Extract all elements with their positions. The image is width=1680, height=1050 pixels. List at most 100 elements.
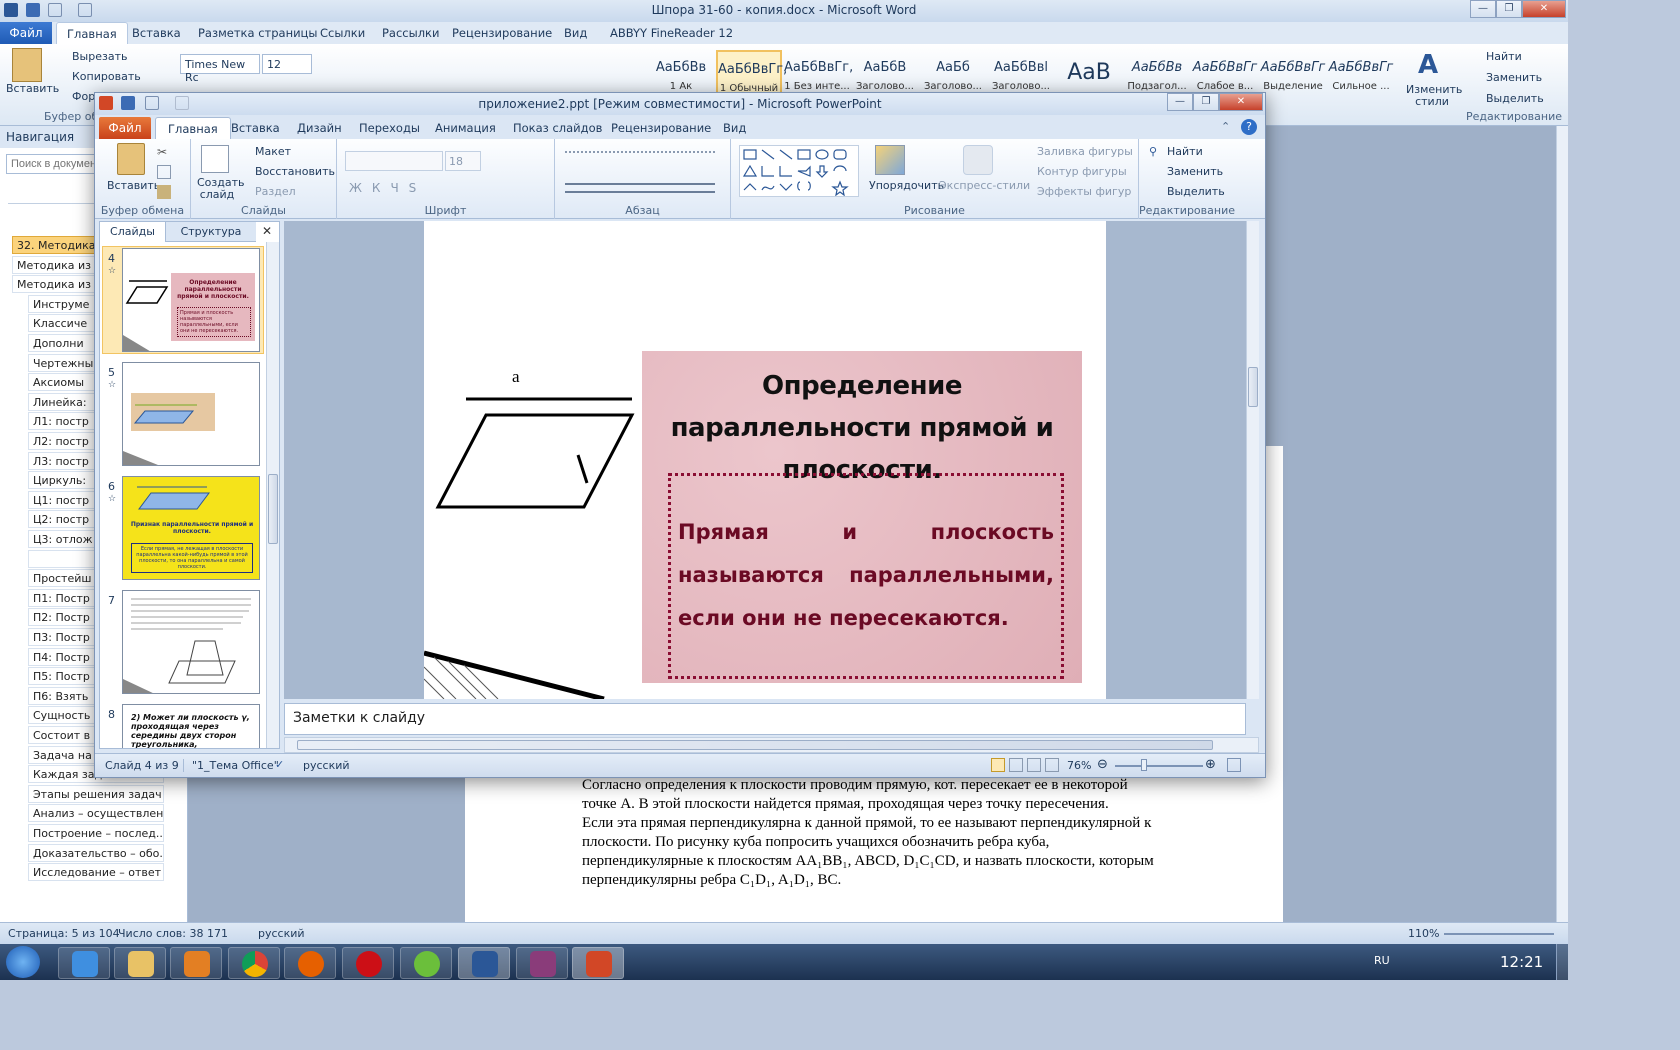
arrange-button[interactable]: Упорядочить bbox=[869, 179, 944, 192]
normal-view-icon[interactable] bbox=[991, 758, 1005, 772]
close-button[interactable]: ✕ bbox=[1522, 0, 1566, 18]
ppt-paste-button[interactable]: Вставить bbox=[107, 179, 160, 192]
ppt-tab-slideshow[interactable]: Показ слайдов bbox=[513, 121, 602, 135]
style-11[interactable]: АаБбВвГг Сильное ... bbox=[1328, 50, 1394, 100]
slide-sorter-icon[interactable] bbox=[1009, 758, 1023, 772]
slide-body[interactable]: Прямая и плоскость называются параллельн… bbox=[678, 511, 1054, 640]
font-size-box[interactable]: 12 bbox=[262, 54, 312, 74]
ppt-tab-file[interactable]: Файл bbox=[99, 117, 151, 139]
ppt-font-name-box[interactable] bbox=[345, 151, 443, 171]
paste-icon[interactable] bbox=[12, 48, 42, 82]
copy-button[interactable]: Копировать bbox=[72, 70, 141, 83]
tab-slides[interactable]: Слайды bbox=[100, 222, 166, 242]
zoom-out-icon[interactable]: ⊖ bbox=[1097, 757, 1108, 772]
shape-fill-button[interactable]: Заливка фигуры bbox=[1037, 145, 1133, 158]
thumb-slide-4[interactable]: Определение параллельности прямой и плос… bbox=[122, 248, 260, 352]
taskbar-chrome[interactable] bbox=[228, 947, 280, 979]
nav-heading-item[interactable]: Анализ – осуществлен... bbox=[28, 804, 164, 823]
style-10[interactable]: АаБбВвГг Выделение bbox=[1260, 50, 1326, 100]
ppt-select-button[interactable]: Выделить bbox=[1167, 185, 1225, 198]
shapes-gallery[interactable] bbox=[739, 145, 859, 197]
thumb-slide-8[interactable]: 2) Может ли плоскость γ, проходящая чере… bbox=[122, 704, 260, 748]
spellcheck-icon[interactable]: ✓ bbox=[275, 758, 289, 772]
slide-scroll-thumb[interactable] bbox=[1248, 367, 1258, 407]
ppt-language[interactable]: русский bbox=[303, 759, 350, 772]
ppt-replace-button[interactable]: Заменить bbox=[1167, 165, 1223, 178]
collapse-ribbon-icon[interactable]: ⌃ bbox=[1221, 120, 1235, 134]
ppt-font-size-box[interactable]: 18 bbox=[445, 151, 481, 171]
word-vertical-scrollbar[interactable] bbox=[1556, 126, 1568, 922]
copy-icon[interactable] bbox=[157, 165, 171, 179]
show-desktop-button[interactable] bbox=[1556, 944, 1568, 980]
ppt-tab-review[interactable]: Рецензирование bbox=[611, 121, 711, 135]
tab-home[interactable]: Главная bbox=[56, 22, 128, 45]
tab-insert[interactable]: Вставка bbox=[132, 26, 181, 40]
tab-abbyy[interactable]: ABBYY FineReader 12 bbox=[610, 26, 733, 40]
align-buttons[interactable] bbox=[565, 183, 715, 193]
tab-outline[interactable]: Структура bbox=[166, 222, 256, 242]
ppt-paste-icon[interactable] bbox=[117, 143, 145, 175]
start-button[interactable] bbox=[6, 946, 40, 978]
layout-button[interactable]: Макет bbox=[255, 145, 291, 158]
ppt-tab-design[interactable]: Дизайн bbox=[297, 121, 342, 135]
slides-pane-scroll-thumb[interactable] bbox=[268, 474, 278, 544]
fit-to-window-icon[interactable] bbox=[1227, 758, 1241, 772]
ppt-tab-insert[interactable]: Вставка bbox=[231, 121, 280, 135]
ppt-tab-home[interactable]: Главная bbox=[155, 117, 231, 140]
reading-view-icon[interactable] bbox=[1027, 758, 1041, 772]
shape-effects-button[interactable]: Эффекты фигур bbox=[1037, 185, 1131, 198]
ppt-hscroll-thumb[interactable] bbox=[297, 740, 1213, 750]
tab-view[interactable]: Вид bbox=[564, 26, 587, 40]
new-slide-icon[interactable] bbox=[201, 145, 229, 173]
language-indicator[interactable]: русский bbox=[258, 927, 305, 940]
change-styles-button[interactable]: Изменить стили bbox=[1406, 84, 1462, 108]
tab-file[interactable]: Файл bbox=[0, 22, 52, 44]
input-language[interactable]: RU bbox=[1374, 954, 1390, 967]
ppt-horizontal-scrollbar[interactable] bbox=[284, 737, 1259, 753]
minimize-button[interactable]: — bbox=[1470, 0, 1496, 18]
tab-references[interactable]: Ссылки bbox=[320, 26, 365, 40]
format-painter-button[interactable]: Фор bbox=[72, 90, 95, 103]
nav-heading-item[interactable]: Этапы решения задач ... bbox=[28, 784, 164, 803]
new-slide-button[interactable]: Создать слайд bbox=[197, 177, 245, 201]
ppt-zoom-slider[interactable] bbox=[1115, 765, 1203, 767]
format-painter-icon[interactable] bbox=[157, 185, 171, 199]
find-button[interactable]: Найти bbox=[1486, 50, 1522, 63]
taskbar-media[interactable] bbox=[170, 947, 222, 979]
slides-pane-scrollbar[interactable] bbox=[266, 242, 279, 748]
section-button[interactable]: Раздел bbox=[255, 185, 296, 198]
shape-outline-button[interactable]: Контур фигуры bbox=[1037, 165, 1127, 178]
ppt-zoom-thumb[interactable] bbox=[1141, 759, 1147, 771]
ppt-zoom-level[interactable]: 76% bbox=[1067, 759, 1091, 772]
list-buttons[interactable] bbox=[565, 151, 715, 163]
quick-styles-button[interactable]: Экспресс-стили bbox=[939, 179, 1030, 192]
ppt-tab-view[interactable]: Вид bbox=[723, 121, 746, 135]
nav-heading-item[interactable]: Исследование – ответ ... bbox=[28, 863, 164, 882]
replace-button[interactable]: Заменить bbox=[1486, 71, 1542, 84]
change-styles-icon[interactable]: A bbox=[1418, 50, 1446, 80]
thumb-slide-7[interactable] bbox=[122, 590, 260, 694]
nav-heading-item[interactable]: Доказательство – обо... bbox=[28, 843, 164, 862]
taskbar-opera[interactable] bbox=[342, 947, 394, 979]
zoom-in-icon[interactable]: ⊕ bbox=[1205, 757, 1216, 772]
quick-styles-icon[interactable] bbox=[963, 145, 993, 175]
word-zoom-level[interactable]: 110% bbox=[1408, 927, 1439, 940]
tab-mailings[interactable]: Рассылки bbox=[382, 26, 439, 40]
taskbar-explorer[interactable] bbox=[114, 947, 166, 979]
ppt-close-button[interactable]: ✕ bbox=[1219, 93, 1263, 111]
slide-counter[interactable]: Слайд 4 из 9 bbox=[105, 759, 179, 772]
taskbar-winrar[interactable] bbox=[516, 947, 568, 979]
thumb-slide-5[interactable] bbox=[122, 362, 260, 466]
font-name-box[interactable]: Times New Rc bbox=[180, 54, 260, 84]
font-format-buttons[interactable]: ЖКЧS bbox=[349, 181, 426, 195]
paste-label[interactable]: Вставить bbox=[6, 82, 59, 95]
ppt-restore-button[interactable]: ❐ bbox=[1193, 93, 1219, 111]
word-zoom-slider[interactable] bbox=[1444, 933, 1554, 935]
slide-vertical-scrollbar[interactable] bbox=[1246, 221, 1259, 699]
ppt-minimize-button[interactable]: — bbox=[1167, 93, 1193, 111]
ppt-find-button[interactable]: Найти bbox=[1167, 145, 1203, 158]
tab-review[interactable]: Рецензирование bbox=[452, 26, 552, 40]
cut-button[interactable]: Вырезать bbox=[72, 50, 127, 63]
cut-icon[interactable]: ✂ bbox=[157, 145, 171, 159]
taskbar-word[interactable] bbox=[458, 947, 510, 979]
